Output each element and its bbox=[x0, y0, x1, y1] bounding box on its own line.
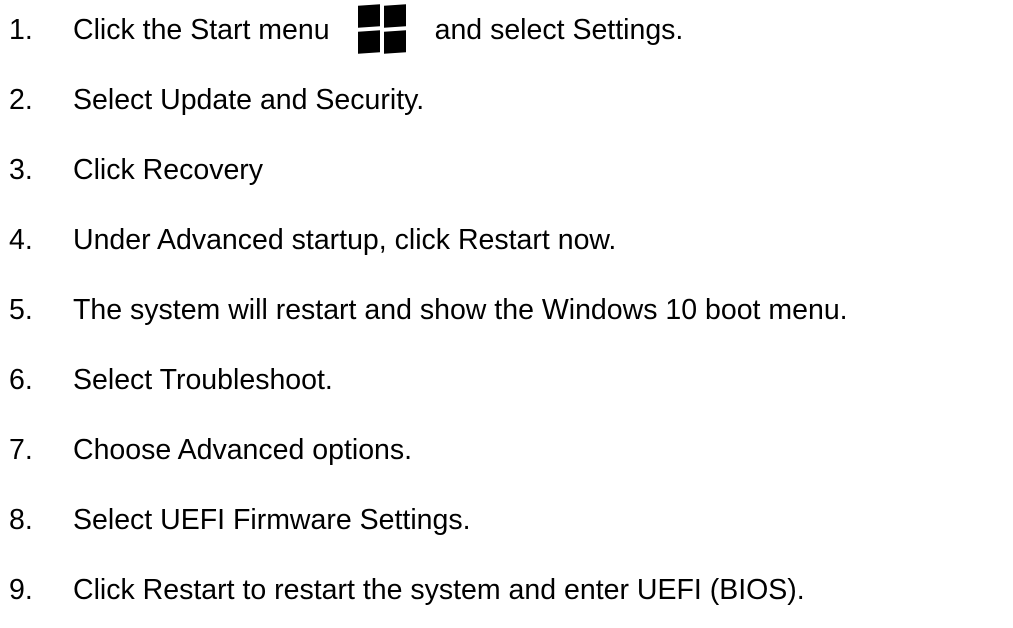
step-number: 5. bbox=[9, 294, 33, 326]
step-text-after-icon: and select Settings. bbox=[434, 14, 684, 46]
instruction-steps-list: 1. Click the Start menu and select Setti… bbox=[0, 0, 1013, 628]
step-text-before-icon: Click the Start menu bbox=[73, 14, 330, 46]
windows-logo-icon bbox=[357, 4, 406, 54]
step-item: 7. Choose Advanced options. bbox=[0, 430, 412, 470]
step-number: 6. bbox=[9, 364, 33, 396]
step-text: Under Advanced startup, click Restart no… bbox=[73, 224, 617, 256]
step-text: Click Recovery bbox=[73, 154, 264, 186]
step-text: Click Restart to restart the system and … bbox=[73, 574, 805, 606]
step-item: 2. Select Update and Security. bbox=[0, 80, 424, 120]
step-number: 3. bbox=[9, 154, 33, 186]
step-number: 9. bbox=[9, 574, 33, 606]
step-number: 1. bbox=[9, 14, 33, 46]
step-text: The system will restart and show the Win… bbox=[73, 294, 848, 326]
step-number: 2. bbox=[9, 84, 33, 116]
step-item: 9. Click Restart to restart the system a… bbox=[0, 570, 805, 610]
step-text: Select Update and Security. bbox=[73, 84, 425, 116]
step-number: 8. bbox=[9, 504, 33, 536]
step-text: Select UEFI Firmware Settings. bbox=[73, 504, 471, 536]
step-number: 4. bbox=[9, 224, 33, 256]
step-text: Choose Advanced options. bbox=[73, 434, 413, 466]
step-text: Select Troubleshoot. bbox=[73, 364, 333, 396]
step-item: 4. Under Advanced startup, click Restart… bbox=[0, 220, 616, 260]
step-item: 5. The system will restart and show the … bbox=[0, 290, 848, 330]
step-item: 8. Select UEFI Firmware Settings. bbox=[0, 500, 471, 540]
step-item: 6. Select Troubleshoot. bbox=[0, 360, 333, 400]
step-number: 7. bbox=[9, 434, 33, 466]
step-item: 1. Click the Start menu and select Setti… bbox=[0, 4, 684, 54]
step-item: 3. Click Recovery bbox=[0, 150, 263, 190]
